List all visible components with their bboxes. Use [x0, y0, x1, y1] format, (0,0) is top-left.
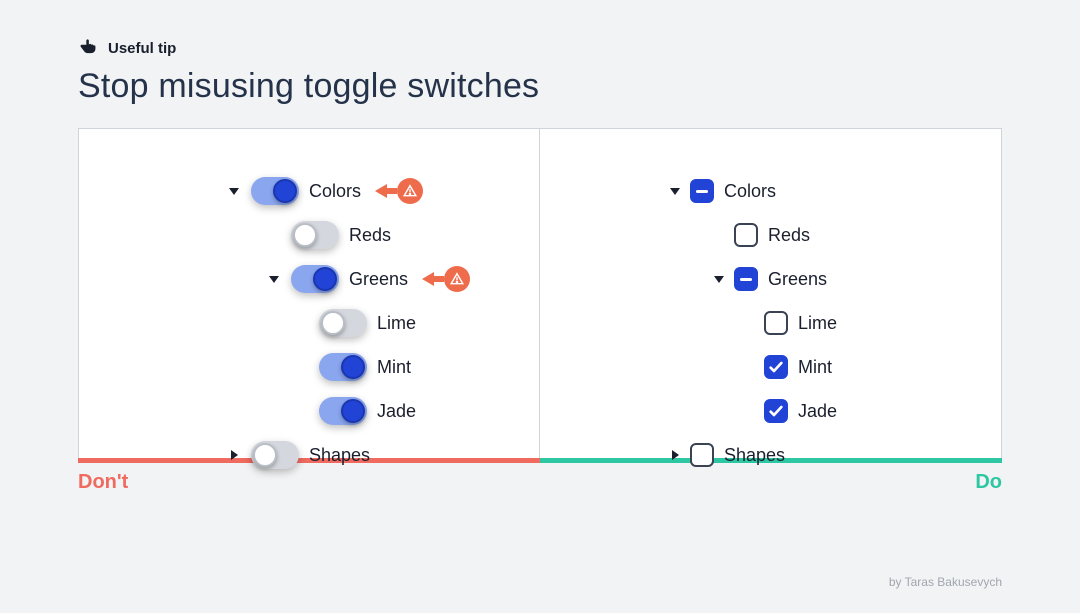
caret-right-icon[interactable]	[670, 450, 680, 460]
checkbox-shapes[interactable]	[690, 443, 714, 467]
checkbox-colors[interactable]	[690, 179, 714, 203]
toggle-greens[interactable]	[291, 265, 339, 293]
checkbox-reds[interactable]	[734, 223, 758, 247]
caret-down-icon[interactable]	[714, 274, 724, 284]
tree-label: Jade	[377, 402, 416, 420]
tree-row-reds[interactable]: Reds	[79, 213, 539, 257]
caret-right-icon[interactable]	[229, 450, 239, 460]
headline: Stop misusing toggle switches	[78, 67, 1002, 106]
caret-down-icon[interactable]	[229, 186, 239, 196]
caret-down-icon[interactable]	[670, 186, 680, 196]
toggle-jade[interactable]	[319, 397, 367, 425]
checkbox-greens[interactable]	[734, 267, 758, 291]
tree-row-reds[interactable]: Reds	[540, 213, 1001, 257]
tree-label: Colors	[724, 182, 776, 200]
warning-annotation	[422, 266, 470, 292]
alert-triangle-icon	[397, 178, 423, 204]
tree-label: Greens	[768, 270, 827, 288]
checkbox-lime[interactable]	[764, 311, 788, 335]
tree-row-lime[interactable]: Lime	[79, 301, 539, 345]
caret-down-icon[interactable]	[269, 274, 279, 284]
tree-label: Mint	[798, 358, 832, 376]
warning-annotation	[375, 178, 423, 204]
tree-label: Shapes	[724, 446, 785, 464]
tree-row-colors[interactable]: Colors	[540, 169, 1001, 213]
tip-header: Useful tip	[78, 36, 1002, 61]
tree-label: Reds	[768, 226, 810, 244]
tree-row-shapes[interactable]: Shapes	[540, 433, 1001, 477]
toggle-mint[interactable]	[319, 353, 367, 381]
toggle-shapes[interactable]	[251, 441, 299, 469]
tree-row-colors[interactable]: Colors	[79, 169, 539, 213]
pointing-hand-icon	[78, 36, 98, 61]
tree-row-mint[interactable]: Mint	[540, 345, 1001, 389]
tree-row-greens[interactable]: Greens	[540, 257, 1001, 301]
tree-label: Greens	[349, 270, 408, 288]
alert-triangle-icon	[444, 266, 470, 292]
do-panel: Colors Reds Greens Lime	[540, 129, 1001, 458]
tree-row-shapes[interactable]: Shapes	[79, 433, 539, 477]
tree-row-jade[interactable]: Jade	[79, 389, 539, 433]
toggle-lime[interactable]	[319, 309, 367, 337]
checkbox-mint[interactable]	[764, 355, 788, 379]
credit-text: by Taras Bakusevych	[889, 575, 1002, 589]
tree-row-lime[interactable]: Lime	[540, 301, 1001, 345]
arrow-left-icon	[375, 184, 387, 198]
arrow-left-icon	[422, 272, 434, 286]
checkbox-jade[interactable]	[764, 399, 788, 423]
tree-row-greens[interactable]: Greens	[79, 257, 539, 301]
toggle-colors[interactable]	[251, 177, 299, 205]
tree-label: Lime	[798, 314, 837, 332]
tree-label: Colors	[309, 182, 361, 200]
toggle-reds[interactable]	[291, 221, 339, 249]
tree-row-jade[interactable]: Jade	[540, 389, 1001, 433]
tree-row-mint[interactable]: Mint	[79, 345, 539, 389]
tree-label: Reds	[349, 226, 391, 244]
tree-label: Mint	[377, 358, 411, 376]
comparison-panels: Colors Reds Greens	[78, 128, 1002, 458]
tip-label: Useful tip	[108, 40, 176, 57]
tree-label: Lime	[377, 314, 416, 332]
dont-panel: Colors Reds Greens	[79, 129, 540, 458]
tree-label: Jade	[798, 402, 837, 420]
tree-label: Shapes	[309, 446, 370, 464]
